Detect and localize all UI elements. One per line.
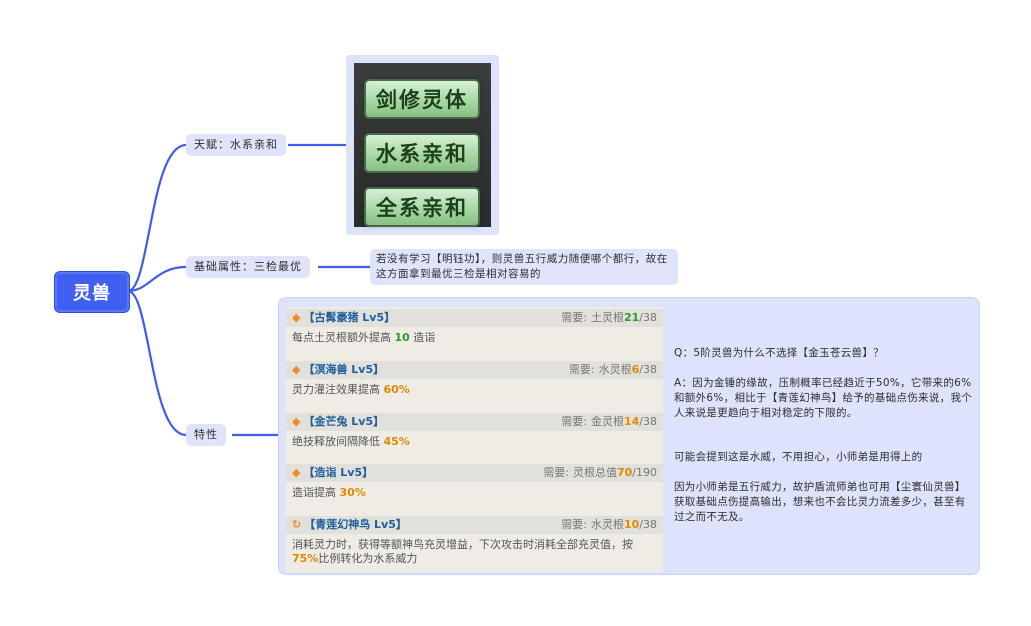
beast-row-header: ◆ 【古髯豪猪 Lv5】 需要: 土灵根21/38 xyxy=(286,309,663,327)
desc-prefix: 每点土灵根额外提高 xyxy=(292,331,395,344)
desc-value: 45% xyxy=(383,435,410,448)
need-label: 需要: xyxy=(561,311,587,324)
beast-requirement: 需要: 金灵根14/38 xyxy=(561,413,657,431)
req-total: /38 xyxy=(639,415,657,428)
beast-description: 灵力灌注效果提高 60% xyxy=(292,383,658,397)
beast-row-header: ◆ 【造诣 Lv5】 需要: 灵根总值70/190 xyxy=(286,464,663,482)
need-label: 需要: xyxy=(543,466,569,479)
beast-row-header: ◆ 【金芒兔 Lv5】 需要: 金灵根14/38 xyxy=(286,413,663,431)
talent-node[interactable]: 天赋：水系亲和 xyxy=(186,134,286,156)
diamond-icon: ◆ xyxy=(292,363,301,376)
beast-name: ◆ 【造诣 Lv5】 xyxy=(292,464,373,482)
traits-label: 特性 xyxy=(194,428,218,441)
req-total: /38 xyxy=(639,518,657,531)
req-value: 14 xyxy=(623,415,640,428)
beast-name: ◆ 【金芒兔 Lv5】 xyxy=(292,413,384,431)
root-label: 灵兽 xyxy=(73,283,111,304)
qa-note-water: 可能会提到这是水威，不用担心，小师弟是用得上的 xyxy=(674,451,923,463)
qa-question: Q：5阶灵兽为什么不选择【金玉苍云兽】？ xyxy=(674,347,884,359)
beast-requirement: 需要: 灵根总值70/190 xyxy=(543,464,657,482)
beast-name-text: 【造诣 Lv5】 xyxy=(303,466,374,479)
talent-image: 剑修灵体 水系亲和 全系亲和 xyxy=(346,55,499,235)
beast-name: ◆ 【溟海兽 Lv5】 xyxy=(292,361,384,379)
beast-row-header: ↻ 【青莲幻神鸟 Lv5】 需要: 水灵根10/38 xyxy=(286,516,663,534)
beast-name-text: 【青莲幻神鸟 Lv5】 xyxy=(304,518,407,531)
root-node[interactable]: 灵兽 xyxy=(54,271,130,313)
need-label: 需要: xyxy=(568,363,595,376)
req-total: /190 xyxy=(632,466,657,479)
req-value: 10 xyxy=(623,518,640,531)
desc-suffix: 比例转化为水系威力 xyxy=(318,552,418,565)
talent-label: 天赋：水系亲和 xyxy=(194,138,278,151)
req-label: 灵根总值 xyxy=(572,466,617,479)
beast-name: ◆ 【古髯豪猪 Lv5】 xyxy=(292,309,395,327)
diamond-icon: ◆ xyxy=(292,415,301,428)
badge-water-affinity: 水系亲和 xyxy=(366,135,478,171)
beast-description: 消耗灵力时，获得等额神鸟充灵增益，下次攻击时消耗全部充灵值，按 75%比例转化为… xyxy=(292,538,658,566)
diamond-icon: ◆ xyxy=(292,311,301,324)
desc-prefix: 灵力灌注效果提高 xyxy=(292,383,384,396)
need-label: 需要: xyxy=(561,415,587,428)
base-attr-node[interactable]: 基础属性：三检最优 xyxy=(186,256,310,278)
desc-suffix: 造诣 xyxy=(409,331,436,344)
beast-table: ◆ 【古髯豪猪 Lv5】 需要: 土灵根21/38 每点土灵根额外提高 10 造诣 ◆ 【溟… xyxy=(286,307,663,572)
req-label: 水灵根 xyxy=(590,518,624,531)
beast-requirement: 需要: 土灵根21/38 xyxy=(561,309,657,327)
req-total: /38 xyxy=(639,363,657,376)
qa-answer: A：因为金锤的缘故，压制概率已经趋近于50%，它带来的6%和额外6%，相比于【青… xyxy=(674,377,973,419)
beast-requirement: 需要: 水灵根10/38 xyxy=(561,516,657,534)
req-total: /38 xyxy=(639,311,657,324)
badge-sword-body: 剑修灵体 xyxy=(366,81,478,117)
req-label: 金灵根 xyxy=(590,415,624,428)
req-label: 水灵根 xyxy=(598,363,632,376)
base-attr-note: 若没有学习【明钰功】，则灵兽五行威力随便哪个都行，故在这方面拿到最优三检是相对容… xyxy=(370,249,678,285)
desc-prefix: 绝技释放间隔降低 xyxy=(292,435,384,448)
beast-name-text: 【古髯豪猪 Lv5】 xyxy=(303,311,396,324)
beast-name-text: 【溟海兽 Lv5】 xyxy=(303,363,385,376)
desc-value: 10 xyxy=(394,331,410,344)
desc-value: 60% xyxy=(383,383,410,396)
desc-prefix: 造诣提高 xyxy=(292,486,340,499)
beast-name: ↻ 【青莲幻神鸟 Lv5】 xyxy=(292,516,407,534)
desc-value: 30% xyxy=(339,486,366,499)
desc-prefix: 消耗灵力时，获得等额神鸟充灵增益，下次攻击时消耗全部充灵值，按 xyxy=(292,538,633,551)
beast-description: 每点土灵根额外提高 10 造诣 xyxy=(292,331,658,345)
diamond-icon: ◆ xyxy=(292,466,301,479)
req-value: 70 xyxy=(616,466,633,479)
need-label: 需要: xyxy=(561,518,587,531)
desc-value: 75% xyxy=(292,552,319,565)
req-label: 土灵根 xyxy=(590,311,624,324)
beast-row-header: ◆ 【溟海兽 Lv5】 需要: 水灵根6/38 xyxy=(286,361,663,379)
refresh-icon: ↻ xyxy=(292,518,302,531)
badge-all-affinity: 全系亲和 xyxy=(366,189,478,225)
traits-node[interactable]: 特性 xyxy=(186,424,226,446)
qa-note-shield: 因为小师弟是五行威力，故护盾流师弟也可用【尘寰仙灵兽】获取基础点伤提高输出，想来… xyxy=(674,481,966,523)
beast-name-text: 【金芒兔 Lv5】 xyxy=(303,415,385,428)
req-value: 21 xyxy=(623,311,640,324)
beast-description: 绝技释放间隔降低 45% xyxy=(292,435,658,449)
beast-description: 造诣提高 30% xyxy=(292,486,658,500)
base-attr-label: 基础属性：三检最优 xyxy=(194,260,302,273)
beast-requirement: 需要: 水灵根6/38 xyxy=(569,361,657,379)
